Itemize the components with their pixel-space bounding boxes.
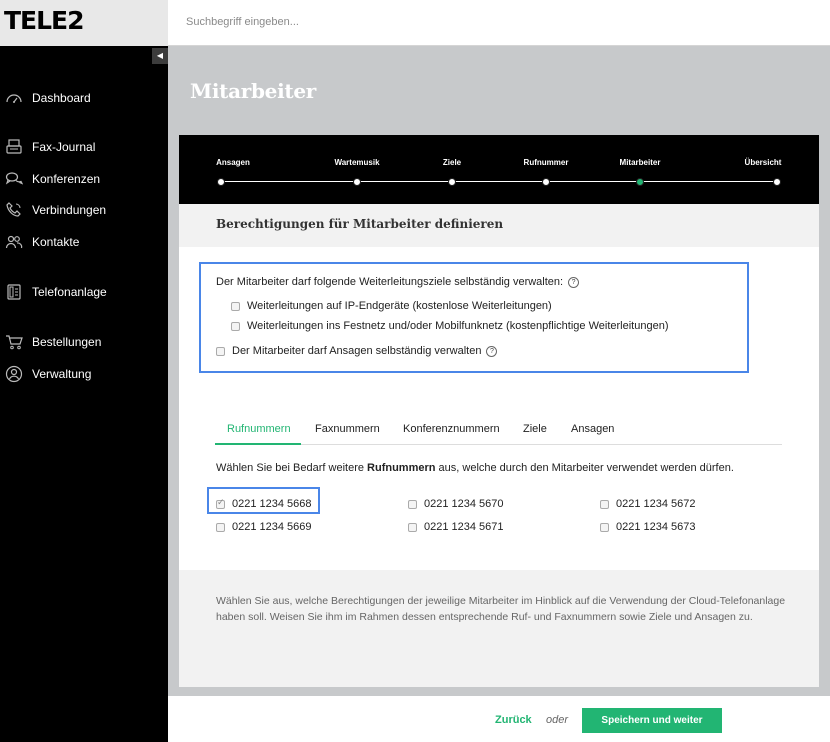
checkbox-ip-forwarding[interactable] bbox=[231, 301, 240, 311]
help-icon[interactable]: ? bbox=[568, 276, 580, 288]
step-dot bbox=[773, 178, 781, 186]
help-icon[interactable]: ? bbox=[486, 345, 498, 357]
sidebar-item-label: Kontakte bbox=[32, 235, 80, 249]
number-value: 0221 1234 5669 bbox=[232, 521, 312, 533]
back-link[interactable]: Zurück bbox=[495, 714, 532, 726]
sidebar-item-bestellungen[interactable]: Bestellungen bbox=[0, 331, 168, 353]
hint-prefix: Wählen Sie bei Bedarf weitere bbox=[216, 462, 368, 474]
people-icon bbox=[5, 233, 23, 251]
chevron-left-icon: ◀ bbox=[156, 51, 164, 60]
tele2-logo[interactable]: TELE2 bbox=[4, 6, 85, 35]
sidebar: ◀ Dashboard Fax-Journal Konferenzen Verb… bbox=[0, 46, 168, 742]
section-header: Berechtigungen für Mitarbeiter definiere… bbox=[179, 204, 819, 247]
user-circle-icon bbox=[5, 365, 23, 383]
sidebar-item-kontakte[interactable]: Kontakte bbox=[0, 231, 168, 253]
number-checkbox[interactable] bbox=[600, 499, 609, 509]
number-option[interactable]: 0221 1234 5671 bbox=[408, 521, 504, 533]
number-option[interactable]: 0221 1234 5673 bbox=[600, 521, 696, 533]
phone-system-icon bbox=[5, 283, 23, 301]
sidebar-item-label: Bestellungen bbox=[32, 335, 102, 349]
sidebar-item-label: Verwaltung bbox=[32, 367, 92, 381]
sidebar-item-label: Verbindungen bbox=[32, 203, 107, 217]
sidebar-item-label: Fax-Journal bbox=[32, 140, 96, 154]
number-tabs: Rufnummern Faxnummern Konferenznummern Z… bbox=[215, 419, 782, 445]
tab-ziele[interactable]: Ziele bbox=[523, 423, 547, 435]
number-checkbox[interactable] bbox=[216, 522, 225, 532]
option-announcements-label: Der Mitarbeiter darf Ansagen selbständig… bbox=[232, 345, 482, 357]
footer-bar: Zurück oder Speichern und weiter bbox=[168, 696, 830, 742]
stepper-line bbox=[221, 181, 777, 182]
info-box: Wählen Sie aus, welche Berechtigungen de… bbox=[179, 570, 819, 687]
sidebar-item-label: Telefonanlage bbox=[32, 285, 107, 299]
number-value: 0221 1234 5668 bbox=[232, 498, 312, 510]
save-and-continue-button[interactable]: Speichern und weiter bbox=[582, 708, 722, 733]
step-label: Mitarbeiter bbox=[619, 158, 661, 167]
page-title: Mitarbeiter bbox=[190, 79, 316, 103]
checkbox-fixed-forwarding[interactable] bbox=[231, 321, 240, 331]
step-label: Rufnummer bbox=[523, 158, 569, 167]
option-ip-forwarding[interactable]: Weiterleitungen auf IP-Endgeräte (kosten… bbox=[231, 300, 552, 312]
section-title: Berechtigungen für Mitarbeiter definiere… bbox=[216, 217, 504, 231]
step-label: Übersicht bbox=[744, 158, 782, 167]
forwarding-permission-intro: Der Mitarbeiter darf folgende Weiterleit… bbox=[216, 276, 580, 288]
tab-ansagen[interactable]: Ansagen bbox=[571, 423, 614, 435]
option-ip-label: Weiterleitungen auf IP-Endgeräte (kosten… bbox=[247, 300, 552, 312]
option-fixed-label: Weiterleitungen ins Festnetz und/oder Mo… bbox=[247, 320, 669, 332]
tab-faxnummern[interactable]: Faxnummern bbox=[315, 423, 380, 435]
step-label: Ansagen bbox=[216, 158, 250, 167]
number-value: 0221 1234 5671 bbox=[424, 521, 504, 533]
sidebar-item-konferenzen[interactable]: Konferenzen bbox=[0, 168, 168, 190]
step-dot-active bbox=[636, 178, 644, 186]
number-option[interactable]: 0221 1234 5668 bbox=[216, 497, 312, 510]
chat-bubbles-icon bbox=[5, 170, 23, 188]
hint-suffix: aus, welche durch den Mitarbeiter verwen… bbox=[435, 462, 734, 474]
wizard-stepper: Ansagen Wartemusik Ziele Rufnummer Mitar… bbox=[179, 135, 819, 204]
speedometer-icon bbox=[5, 89, 23, 107]
or-text: oder bbox=[546, 714, 569, 726]
numbers-hint: Wählen Sie bei Bedarf weitere Rufnummern… bbox=[216, 462, 734, 474]
number-checkbox[interactable] bbox=[408, 522, 417, 532]
step-dot bbox=[353, 178, 361, 186]
number-checkbox-checked[interactable] bbox=[216, 497, 225, 509]
sidebar-item-label: Konferenzen bbox=[32, 172, 101, 186]
sidebar-item-dashboard[interactable]: Dashboard bbox=[0, 87, 168, 109]
collapse-sidebar-button[interactable]: ◀ bbox=[152, 48, 168, 64]
wizard-card: Ansagen Wartemusik Ziele Rufnummer Mitar… bbox=[179, 135, 819, 687]
checkbox-announcements[interactable] bbox=[216, 346, 225, 356]
phone-icon bbox=[5, 201, 23, 219]
cart-icon bbox=[5, 333, 23, 351]
number-option[interactable]: 0221 1234 5669 bbox=[216, 521, 312, 533]
step-label: Ziele bbox=[442, 158, 462, 167]
forwarding-intro-text: Der Mitarbeiter darf folgende Weiterleit… bbox=[216, 276, 564, 288]
search-input[interactable] bbox=[186, 12, 586, 32]
hint-bold: Rufnummern bbox=[367, 462, 436, 474]
option-fixed-forwarding[interactable]: Weiterleitungen ins Festnetz und/oder Mo… bbox=[231, 320, 669, 332]
sidebar-item-verwaltung[interactable]: Verwaltung bbox=[0, 363, 168, 385]
option-announcements[interactable]: Der Mitarbeiter darf Ansagen selbständig… bbox=[216, 345, 498, 357]
number-value: 0221 1234 5673 bbox=[616, 521, 696, 533]
step-dot bbox=[217, 178, 225, 186]
info-text: Wählen Sie aus, welche Berechtigungen de… bbox=[216, 595, 786, 623]
number-value: 0221 1234 5670 bbox=[424, 498, 504, 510]
number-option[interactable]: 0221 1234 5670 bbox=[408, 498, 504, 510]
step-label: Wartemusik bbox=[334, 158, 380, 167]
tab-rufnummern[interactable]: Rufnummern bbox=[227, 423, 291, 435]
sidebar-item-verbindungen[interactable]: Verbindungen bbox=[0, 199, 168, 221]
number-value: 0221 1234 5672 bbox=[616, 498, 696, 510]
number-checkbox[interactable] bbox=[600, 522, 609, 532]
logo-area: TELE2 bbox=[0, 0, 168, 46]
sidebar-item-label: Dashboard bbox=[32, 91, 91, 105]
fax-icon bbox=[5, 138, 23, 156]
search-bar bbox=[168, 0, 830, 46]
main-content: Mitarbeiter Ansagen Wartemusik Ziele Ruf… bbox=[168, 46, 830, 696]
sidebar-item-fax-journal[interactable]: Fax-Journal bbox=[0, 136, 168, 158]
active-tab-indicator bbox=[215, 443, 301, 445]
step-dot bbox=[542, 178, 550, 186]
number-checkbox[interactable] bbox=[408, 499, 417, 509]
step-dot bbox=[448, 178, 456, 186]
number-option[interactable]: 0221 1234 5672 bbox=[600, 498, 696, 510]
sidebar-item-telefonanlage[interactable]: Telefonanlage bbox=[0, 281, 168, 303]
tab-konferenznummern[interactable]: Konferenznummern bbox=[403, 423, 500, 435]
